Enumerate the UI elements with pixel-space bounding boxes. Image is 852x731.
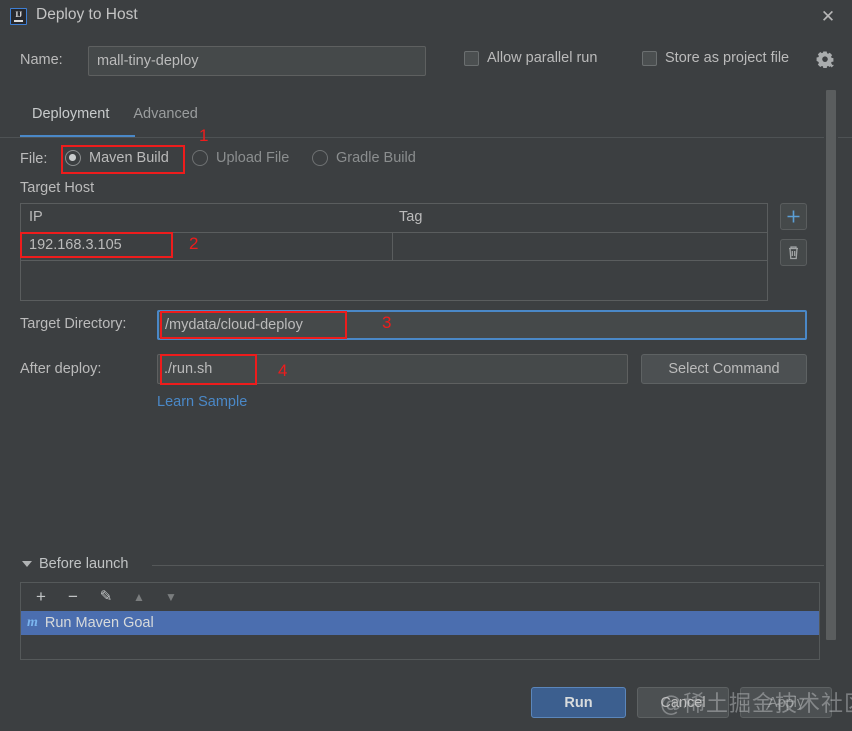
radio-gradle-build-label: Gradle Build	[336, 150, 416, 166]
remove-task-button[interactable]: −	[63, 587, 83, 607]
after-deploy-label: After deploy:	[20, 361, 102, 377]
plus-icon	[787, 210, 800, 223]
trash-icon	[789, 246, 798, 260]
intellij-idea-icon: IJ	[10, 8, 27, 25]
cancel-button[interactable]: Cancel	[637, 687, 729, 718]
name-label: Name:	[20, 52, 63, 68]
target-host-table[interactable]: IP Tag 192.168.3.105	[20, 203, 768, 301]
column-header-tag: Tag	[399, 209, 423, 225]
chevron-down-icon[interactable]	[22, 561, 32, 567]
cell-ip[interactable]: 192.168.3.105	[29, 237, 122, 253]
radio-gradle-build[interactable]: Gradle Build	[312, 150, 416, 166]
title-bar: IJ Deploy to Host ✕	[0, 0, 852, 34]
window-title: Deploy to Host	[36, 6, 138, 23]
tab-divider	[0, 137, 852, 138]
run-button[interactable]: Run	[531, 687, 626, 718]
radio-upload-file-label: Upload File	[216, 150, 290, 166]
target-directory-label: Target Directory:	[20, 316, 127, 332]
select-command-button[interactable]: Select Command	[641, 354, 807, 384]
intellij-idea-icon-bar	[13, 20, 23, 22]
apply-button[interactable]: Apply	[740, 687, 832, 718]
tab-advanced[interactable]: Advanced	[121, 106, 210, 130]
before-launch-panel: + − ✎ ▲ ▼ m Run Maven Goal	[20, 582, 820, 660]
before-launch-divider	[152, 565, 832, 566]
before-launch-toolbar: + − ✎ ▲ ▼	[21, 583, 819, 611]
add-host-button[interactable]	[780, 203, 807, 230]
after-deploy-input[interactable]	[157, 354, 628, 384]
scrollbar-track[interactable]	[824, 90, 838, 642]
radio-maven-build-dot[interactable]	[65, 150, 81, 166]
store-as-project-file-checkbox[interactable]: Store as project file	[642, 50, 789, 66]
radio-maven-build[interactable]: Maven Build	[65, 150, 169, 166]
table-row[interactable]: 192.168.3.105	[21, 233, 767, 261]
tab-deployment[interactable]: Deployment	[20, 106, 121, 130]
column-header-ip: IP	[29, 209, 43, 225]
radio-maven-build-label: Maven Build	[89, 150, 169, 166]
radio-gradle-build-dot[interactable]	[312, 150, 328, 166]
before-launch-label: Before launch	[39, 556, 129, 572]
gear-icon[interactable]	[816, 50, 834, 68]
maven-icon: m	[27, 615, 38, 630]
target-host-table-header: IP Tag	[21, 204, 767, 233]
file-label: File:	[20, 151, 48, 167]
allow-parallel-run-checkbox[interactable]: Allow parallel run	[464, 50, 597, 66]
deploy-to-host-dialog: IJ Deploy to Host ✕ Name: Allow parallel…	[0, 0, 852, 731]
intellij-idea-icon-mark: IJ	[15, 9, 22, 19]
radio-upload-file-dot[interactable]	[192, 150, 208, 166]
learn-sample-link[interactable]: Learn Sample	[157, 394, 247, 410]
delete-host-button[interactable]	[780, 239, 807, 266]
allow-parallel-run-checkbox-box[interactable]	[464, 50, 479, 66]
radio-upload-file[interactable]: Upload File	[192, 150, 289, 166]
list-item[interactable]: m Run Maven Goal	[21, 611, 819, 635]
edit-task-button[interactable]: ✎	[96, 587, 116, 607]
scrollbar-thumb[interactable]	[826, 90, 836, 640]
store-as-project-file-label: Store as project file	[665, 50, 790, 66]
list-item-label: Run Maven Goal	[44, 615, 154, 631]
move-up-button[interactable]: ▲	[129, 587, 149, 607]
tab-bar: Deployment Advanced	[20, 106, 210, 130]
target-host-label: Target Host	[20, 180, 95, 196]
close-icon[interactable]: ✕	[816, 5, 840, 29]
target-directory-input[interactable]	[157, 310, 807, 340]
store-as-project-file-checkbox-box[interactable]	[642, 50, 657, 66]
move-down-button[interactable]: ▼	[161, 587, 181, 607]
table-column-separator	[392, 233, 393, 261]
add-task-button[interactable]: +	[31, 587, 51, 607]
allow-parallel-run-label: Allow parallel run	[487, 50, 598, 66]
name-input[interactable]	[88, 46, 426, 76]
